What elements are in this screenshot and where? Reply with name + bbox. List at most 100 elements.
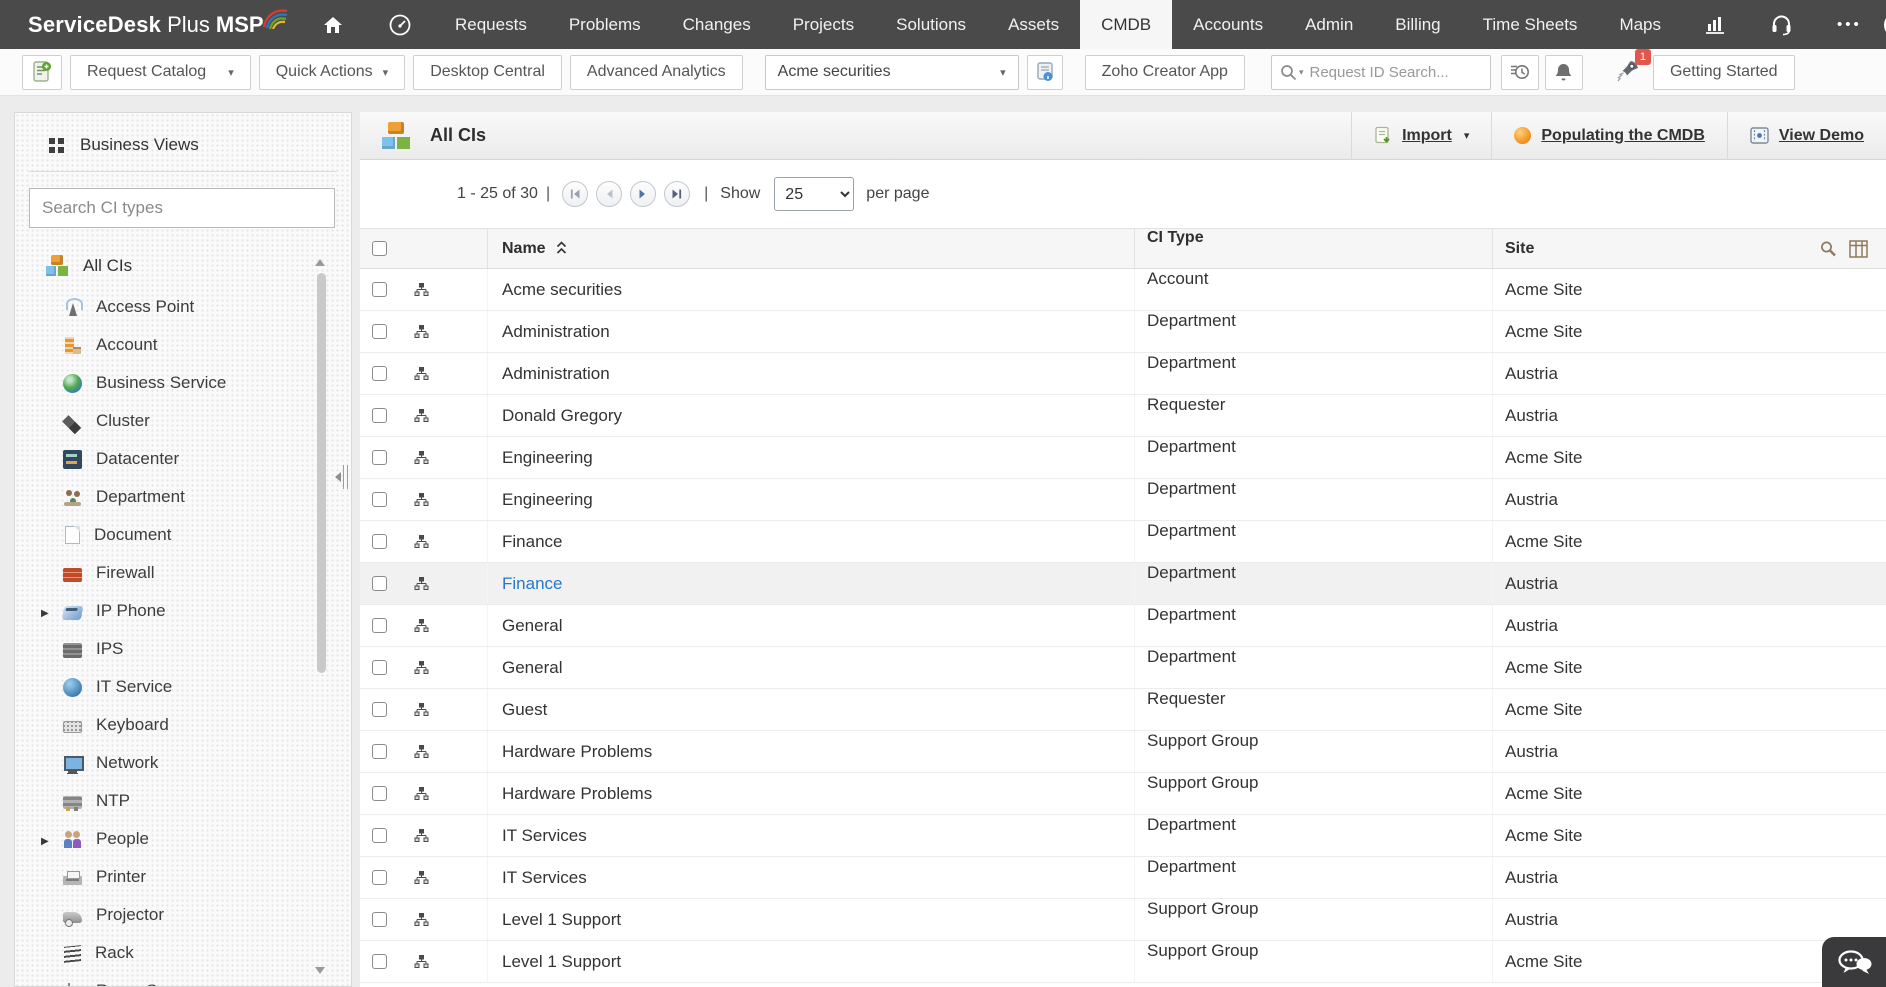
sidebar-item-access-point[interactable]: Access Point	[15, 288, 351, 326]
ci-name-link[interactable]: Engineering	[487, 479, 1134, 520]
ci-name-link[interactable]: Donald Gregory	[487, 395, 1134, 436]
account-details-button[interactable]	[1026, 54, 1063, 90]
sidebar-item-rack[interactable]: Rack	[15, 934, 351, 972]
sidebar-item-cluster[interactable]: Cluster	[15, 402, 351, 440]
row-checkbox[interactable]	[371, 912, 387, 927]
live-chat-widget[interactable]	[1822, 937, 1886, 987]
table-row[interactable]: Guest Requester Acme Site	[360, 689, 1886, 731]
table-row[interactable]: Level 1 Support Support Group Acme Site	[360, 941, 1886, 983]
sidebar-item-department[interactable]: Department	[15, 478, 351, 516]
row-checkbox[interactable]	[371, 618, 387, 633]
table-row[interactable]: General Department Acme Site	[360, 647, 1886, 689]
sidebar-item-projector[interactable]: Projector	[15, 896, 351, 934]
whats-new-button[interactable]: 1	[1617, 48, 1651, 87]
tab-time-sheets[interactable]: Time Sheets	[1462, 0, 1599, 49]
expand-arrow-icon[interactable]	[41, 829, 49, 849]
tab-cmdb[interactable]: CMDB	[1080, 0, 1173, 49]
table-row[interactable]: Administration Department Acme Site	[360, 311, 1886, 353]
tab-billing[interactable]: Billing	[1374, 0, 1461, 49]
request-id-search[interactable]	[1270, 54, 1491, 90]
first-page-button[interactable]	[562, 181, 589, 207]
last-page-button[interactable]	[664, 181, 691, 207]
sidebar-item-network[interactable]: Network	[15, 744, 351, 782]
import-button[interactable]: Import	[1351, 112, 1491, 159]
ci-name-link[interactable]: General	[487, 647, 1134, 688]
account-select[interactable]: Acme securities	[764, 54, 1019, 90]
relationship-icon[interactable]	[414, 492, 429, 507]
column-header-ci-type[interactable]: CI Type	[1134, 229, 1492, 268]
table-row[interactable]: Donald Gregory Requester Austria	[360, 395, 1886, 437]
business-views-header[interactable]: Business Views	[15, 113, 351, 171]
sidebar-item-account[interactable]: Account	[15, 326, 351, 364]
ci-name-link[interactable]: Level 1 Support	[487, 941, 1134, 982]
dashboard-icon[interactable]	[366, 0, 434, 49]
view-demo-link[interactable]: View Demo	[1726, 112, 1886, 159]
row-checkbox[interactable]	[371, 828, 387, 843]
sidebar-item-datacenter[interactable]: Datacenter	[15, 440, 351, 478]
row-checkbox[interactable]	[371, 366, 387, 381]
more-icon[interactable]	[1815, 0, 1884, 49]
tab-accounts[interactable]: Accounts	[1172, 0, 1284, 49]
table-row[interactable]: IT Services Department Acme Site	[360, 815, 1886, 857]
select-all-checkbox[interactable]	[371, 241, 387, 256]
row-checkbox[interactable]	[371, 576, 387, 591]
relationship-icon[interactable]	[414, 366, 429, 381]
app-logo[interactable]: ServiceDesk Plus MSP	[0, 0, 300, 49]
tab-solutions[interactable]: Solutions	[875, 0, 987, 49]
sidebar-item-people[interactable]: People	[15, 820, 351, 858]
ci-name-link[interactable]: Administration	[487, 353, 1134, 394]
sidebar-collapse-handle[interactable]	[335, 465, 348, 489]
ci-name-link[interactable]: Administration	[487, 311, 1134, 352]
ci-name-link[interactable]: Hardware Problems	[487, 773, 1134, 814]
ci-name-link[interactable]: IT Services	[487, 857, 1134, 898]
sidebar-item-firewall[interactable]: Firewall	[15, 554, 351, 592]
relationship-icon[interactable]	[414, 408, 429, 423]
table-row[interactable]: Hardware Problems Support Group Austria	[360, 731, 1886, 773]
reports-icon[interactable]	[1682, 0, 1748, 49]
relationship-icon[interactable]	[414, 954, 429, 969]
tab-maps[interactable]: Maps	[1598, 0, 1682, 49]
table-row[interactable]: Engineering Department Acme Site	[360, 437, 1886, 479]
ci-name-link[interactable]: Guest	[487, 689, 1134, 730]
history-button[interactable]	[1500, 54, 1539, 90]
row-checkbox[interactable]	[371, 954, 387, 969]
column-search-icon[interactable]	[1819, 240, 1837, 258]
tab-requests[interactable]: Requests	[434, 0, 548, 49]
next-page-button[interactable]	[630, 181, 657, 207]
tab-assets[interactable]: Assets	[987, 0, 1080, 49]
ci-type-search-input[interactable]	[29, 188, 335, 228]
row-checkbox[interactable]	[371, 324, 387, 339]
ci-name-link[interactable]: Finance	[487, 521, 1134, 562]
row-checkbox[interactable]	[371, 450, 387, 465]
row-checkbox[interactable]	[371, 534, 387, 549]
relationship-icon[interactable]	[414, 660, 429, 675]
table-row[interactable]: IT Services Department Austria	[360, 857, 1886, 899]
sidebar-item-document[interactable]: Document	[15, 516, 351, 554]
search-input[interactable]	[1309, 63, 1450, 81]
relationship-icon[interactable]	[414, 324, 429, 339]
ci-name-link[interactable]: Engineering	[487, 437, 1134, 478]
column-header-site[interactable]: Site	[1492, 229, 1886, 268]
zoho-creator-app-button[interactable]: Zoho Creator App	[1084, 54, 1245, 90]
tab-problems[interactable]: Problems	[548, 0, 662, 49]
scroll-down-icon[interactable]	[315, 967, 325, 974]
previous-page-button[interactable]	[596, 181, 623, 207]
sidebar-item-ntp[interactable]: NTP	[15, 782, 351, 820]
column-chooser-icon[interactable]	[1849, 239, 1868, 258]
ci-name-link[interactable]: Level 1 Support	[487, 899, 1134, 940]
ci-name-link[interactable]: Hardware Problems	[487, 731, 1134, 772]
relationship-icon[interactable]	[414, 702, 429, 717]
row-checkbox[interactable]	[371, 870, 387, 885]
tab-projects[interactable]: Projects	[772, 0, 875, 49]
advanced-analytics-button[interactable]: Advanced Analytics	[569, 54, 743, 90]
relationship-icon[interactable]	[414, 282, 429, 297]
sidebar-item-ips[interactable]: IPS	[15, 630, 351, 668]
relationship-icon[interactable]	[414, 576, 429, 591]
tab-admin[interactable]: Admin	[1284, 0, 1374, 49]
sidebar-item-room-sensor[interactable]: Room Sensor	[15, 972, 351, 986]
table-row[interactable]: Administration Department Austria	[360, 353, 1886, 395]
notifications-button[interactable]	[1544, 54, 1583, 90]
row-checkbox[interactable]	[371, 492, 387, 507]
row-checkbox[interactable]	[371, 744, 387, 759]
populating-cmdb-link[interactable]: Populating the CMDB	[1491, 112, 1727, 159]
